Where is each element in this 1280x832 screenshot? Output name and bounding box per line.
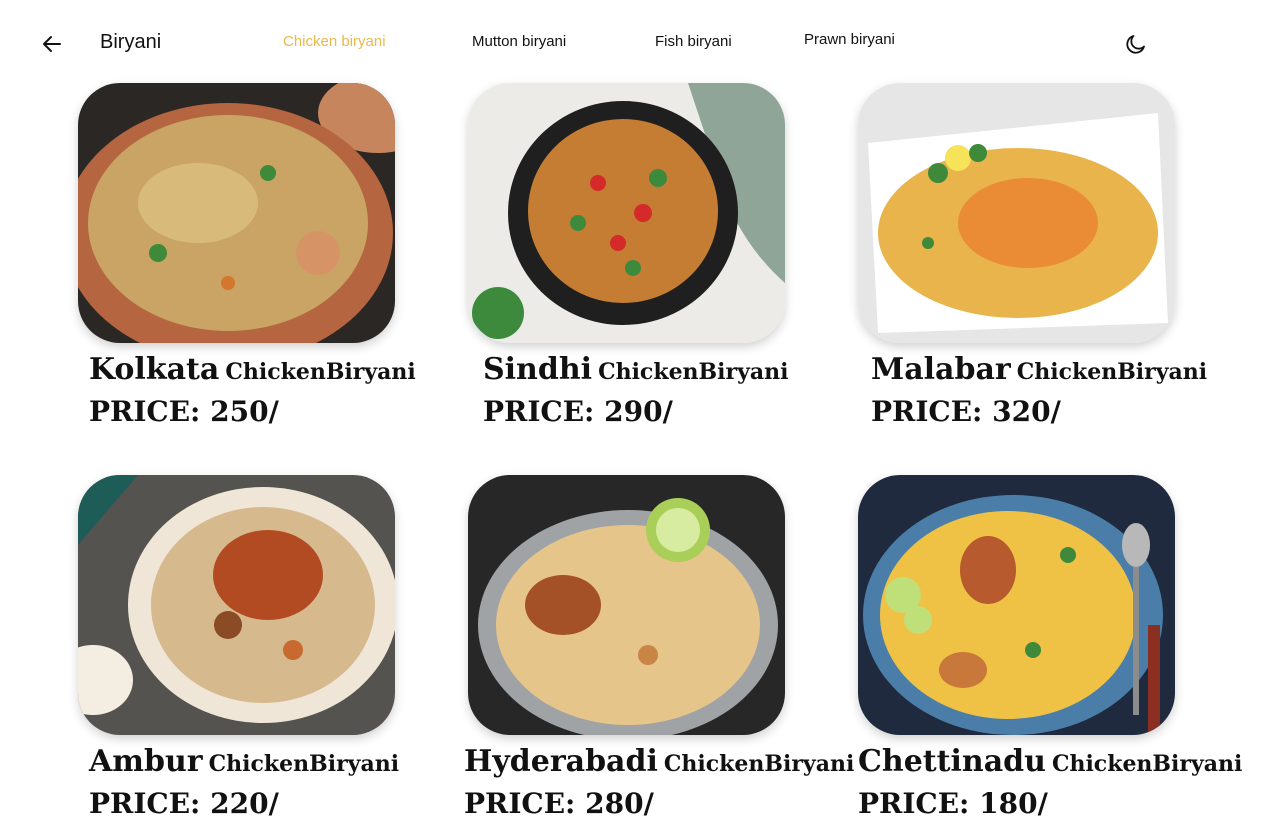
dish-name: ChickenBiryani <box>1051 751 1243 777</box>
dish-name: ChickenBiryani <box>663 751 855 777</box>
card-title-ambur: Ambur ChickenBiryani <box>89 744 399 779</box>
back-button[interactable] <box>38 30 66 58</box>
card-title-sindhi: Sindhi ChickenBiryani <box>483 352 789 387</box>
city-name: Ambur <box>89 744 203 779</box>
price-label: PRICE: 280/ <box>464 787 654 820</box>
card-title-hyderabadi: Hyderabadi ChickenBiryani <box>464 744 854 779</box>
biryani-image-hyderabadi[interactable] <box>468 475 785 735</box>
tab-mutton-biryani[interactable]: Mutton biryani <box>472 33 566 50</box>
price-label: PRICE: 290/ <box>483 395 673 428</box>
dish-name: ChickenBiryani <box>598 359 789 385</box>
price-label: PRICE: 320/ <box>871 395 1061 428</box>
price-label: PRICE: 180/ <box>858 787 1048 820</box>
biryani-image-chettinadu[interactable] <box>858 475 1175 735</box>
card-title-kolkata: Kolkata ChickenBiryani <box>89 352 416 387</box>
city-name: Hyderabadi <box>464 744 658 779</box>
biryani-image-sindhi[interactable] <box>468 83 785 343</box>
arrow-left-icon <box>43 36 61 52</box>
tab-chicken-biryani[interactable]: Chicken biryani <box>283 33 386 50</box>
biryani-image-kolkata[interactable] <box>78 83 395 343</box>
price-label: PRICE: 220/ <box>89 787 279 820</box>
card-title-chettinadu: Chettinadu ChickenBiryani <box>858 744 1242 779</box>
city-name: Chettinadu <box>858 744 1046 779</box>
page-title: Biryani <box>100 31 162 53</box>
top-bar: Biryani Chicken biryani Mutton biryani F… <box>0 0 1280 84</box>
tab-prawn-biryani[interactable]: Prawn biryani <box>804 31 895 48</box>
moon-icon <box>1126 35 1145 54</box>
city-name: Kolkata <box>89 352 220 387</box>
tab-fish-biryani[interactable]: Fish biryani <box>655 33 732 50</box>
dish-name: ChickenBiryani <box>225 359 416 385</box>
theme-toggle-button[interactable] <box>1122 30 1150 58</box>
dish-name: ChickenBiryani <box>1016 359 1208 385</box>
biryani-image-ambur[interactable] <box>78 475 395 735</box>
price-label: PRICE: 250/ <box>89 395 279 428</box>
card-title-malabar: Malabar ChickenBiryani <box>871 352 1207 387</box>
city-name: Malabar <box>871 352 1011 387</box>
city-name: Sindhi <box>483 352 593 387</box>
biryani-image-malabar[interactable] <box>858 83 1175 343</box>
dish-name: ChickenBiryani <box>208 751 400 777</box>
